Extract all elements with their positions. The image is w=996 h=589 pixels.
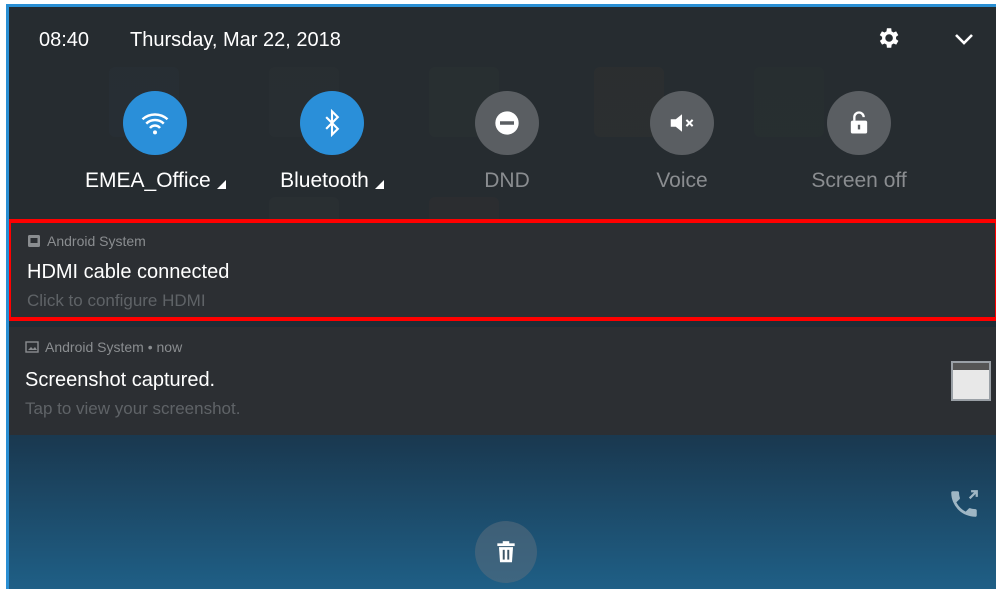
missed-call-icon [951, 490, 978, 517]
dnd-toggle[interactable] [475, 91, 539, 155]
screen-off-toggle[interactable] [827, 91, 891, 155]
caret-icon [216, 180, 226, 189]
caret-icon [374, 180, 384, 189]
status-bar: 08:40 Thursday, Mar 22, 2018 [9, 7, 996, 71]
qs-label-dnd: DND [484, 169, 530, 192]
android-screen: 08:40 Thursday, Mar 22, 2018 EMEA_Office [6, 4, 996, 589]
notification-app-name: Android System [47, 233, 146, 249]
notification-title: HDMI cable connected [27, 261, 230, 283]
qs-tile-dnd[interactable]: DND [437, 91, 577, 201]
qs-label-screen-off: Screen off [811, 169, 907, 192]
notification-app-name: Android System • now [45, 339, 183, 355]
qs-tile-voice[interactable]: Voice [612, 91, 752, 201]
screenshot-thumbnail[interactable] [951, 361, 991, 401]
wifi-toggle[interactable] [123, 91, 187, 155]
date-label: Thursday, Mar 22, 2018 [130, 29, 341, 51]
notification-subtitle: Tap to view your screenshot. [25, 399, 241, 418]
image-icon [25, 341, 39, 353]
lock-icon [850, 111, 868, 134]
qs-label-wifi: EMEA_Office [85, 169, 226, 193]
notification-title: Screenshot captured. [25, 369, 216, 391]
notification-app-row: Android System • now [25, 339, 182, 355]
qs-tile-bluetooth[interactable]: Bluetooth [262, 91, 402, 201]
notification-screenshot[interactable]: Android System • now Screenshot captured… [9, 327, 996, 435]
clock: 08:40 [39, 29, 90, 51]
voice-toggle[interactable] [650, 91, 714, 155]
bluetooth-toggle[interactable] [300, 91, 364, 155]
notification-subtitle: Click to configure HDMI [27, 291, 206, 310]
qs-tile-wifi[interactable]: EMEA_Office [85, 91, 226, 201]
qs-label-voice: Voice [656, 169, 708, 192]
dnd-icon [495, 111, 519, 135]
mute-icon [670, 114, 694, 132]
bluetooth-icon [325, 109, 340, 137]
wifi-icon [141, 113, 169, 135]
chevron-down-icon[interactable] [952, 27, 976, 51]
notification-shade: 08:40 Thursday, Mar 22, 2018 EMEA_Office [9, 7, 996, 219]
qs-label-bluetooth: Bluetooth [262, 169, 402, 193]
thumbnail-bar [953, 363, 989, 370]
gear-icon[interactable] [875, 25, 901, 51]
clear-all-button[interactable] [475, 521, 537, 583]
notification-hdmi[interactable]: Android System HDMI cable connected Clic… [9, 219, 996, 321]
qs-tile-screen-off[interactable]: Screen off [789, 91, 929, 201]
trash-icon [497, 541, 515, 563]
android-system-icon [28, 235, 40, 247]
notification-app-row: Android System [27, 233, 146, 249]
